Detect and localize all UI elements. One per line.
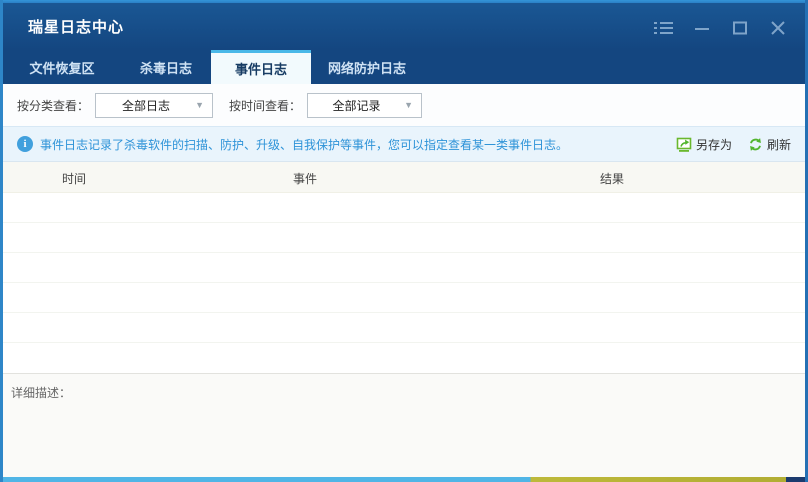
save-as-button[interactable]: 另存为 [676,136,732,153]
category-filter-select[interactable]: 全部日志 ▼ [95,92,214,118]
tab-bar: 文件恢复区 杀毒日志 事件日志 网络防护日志 [3,50,805,84]
minimize-button[interactable] [691,17,713,39]
chevron-down-icon: ▼ [195,99,205,110]
column-header-result: 结果 [600,172,625,186]
detail-panel: 详细描述： [3,373,805,477]
tab-label: 网络防护日志 [327,60,406,76]
info-icon: i [17,136,33,152]
titlebar: 瑞星日志中心 [3,3,805,50]
tab-label: 文件恢复区 [29,60,95,76]
tab-network-protection-log[interactable]: 网络防护日志 [311,50,423,84]
refresh-label: 刷新 [766,137,791,152]
table-row [3,253,805,283]
tab-label: 事件日志 [234,62,287,77]
refresh-icon [750,137,761,151]
table-row [3,193,805,223]
tab-label: 杀毒日志 [139,60,192,76]
time-filter-label: 按时间查看： [229,98,302,113]
table-row [3,313,805,343]
refresh-button[interactable]: 刷新 [748,136,791,153]
detail-label: 详细描述： [11,386,72,400]
maximize-icon [733,21,747,35]
table-row [3,223,805,253]
tab-event-log[interactable]: 事件日志 [211,50,311,84]
table-row [3,283,805,313]
window-bottom-edge [3,477,805,482]
category-filter-label: 按分类查看： [17,98,90,113]
filter-row: 按分类查看： 全部日志 ▼ 按时间查看： 全部记录 ▼ [3,84,805,126]
save-as-label: 另存为 [695,137,732,152]
menu-icon [654,22,673,34]
tab-file-recovery[interactable]: 文件恢复区 [3,50,121,84]
column-header-event: 事件 [293,172,318,186]
log-table-header: 时间 事件 结果 [3,162,805,193]
log-table-body[interactable] [3,193,805,373]
info-message: 事件日志记录了杀毒软件的扫描、防护、升级、自我保护等事件，您可以指定查看某一类事… [40,137,569,152]
category-filter-value: 全部日志 [122,98,171,113]
table-row [3,343,805,373]
close-button[interactable] [767,17,789,39]
info-bar: i 事件日志记录了杀毒软件的扫描、防护、升级、自我保护等事件，您可以指定查看某一… [3,126,805,162]
chevron-down-icon: ▼ [404,99,414,110]
menu-button[interactable] [653,17,675,39]
close-icon [771,21,785,35]
export-icon [676,137,692,152]
column-header-time: 时间 [62,172,87,186]
log-center-window: 瑞星日志中心 文件恢复区 杀毒日志 事件日志 网络防护日志 按分类查看： 全部日… [0,0,808,482]
minimize-icon [695,28,709,30]
time-filter-value: 全部记录 [332,98,381,113]
time-filter-select[interactable]: 全部记录 ▼ [307,92,423,118]
maximize-button[interactable] [729,17,751,39]
window-title: 瑞星日志中心 [28,19,125,36]
window-controls [653,17,789,39]
tab-antivirus-log[interactable]: 杀毒日志 [121,50,211,84]
